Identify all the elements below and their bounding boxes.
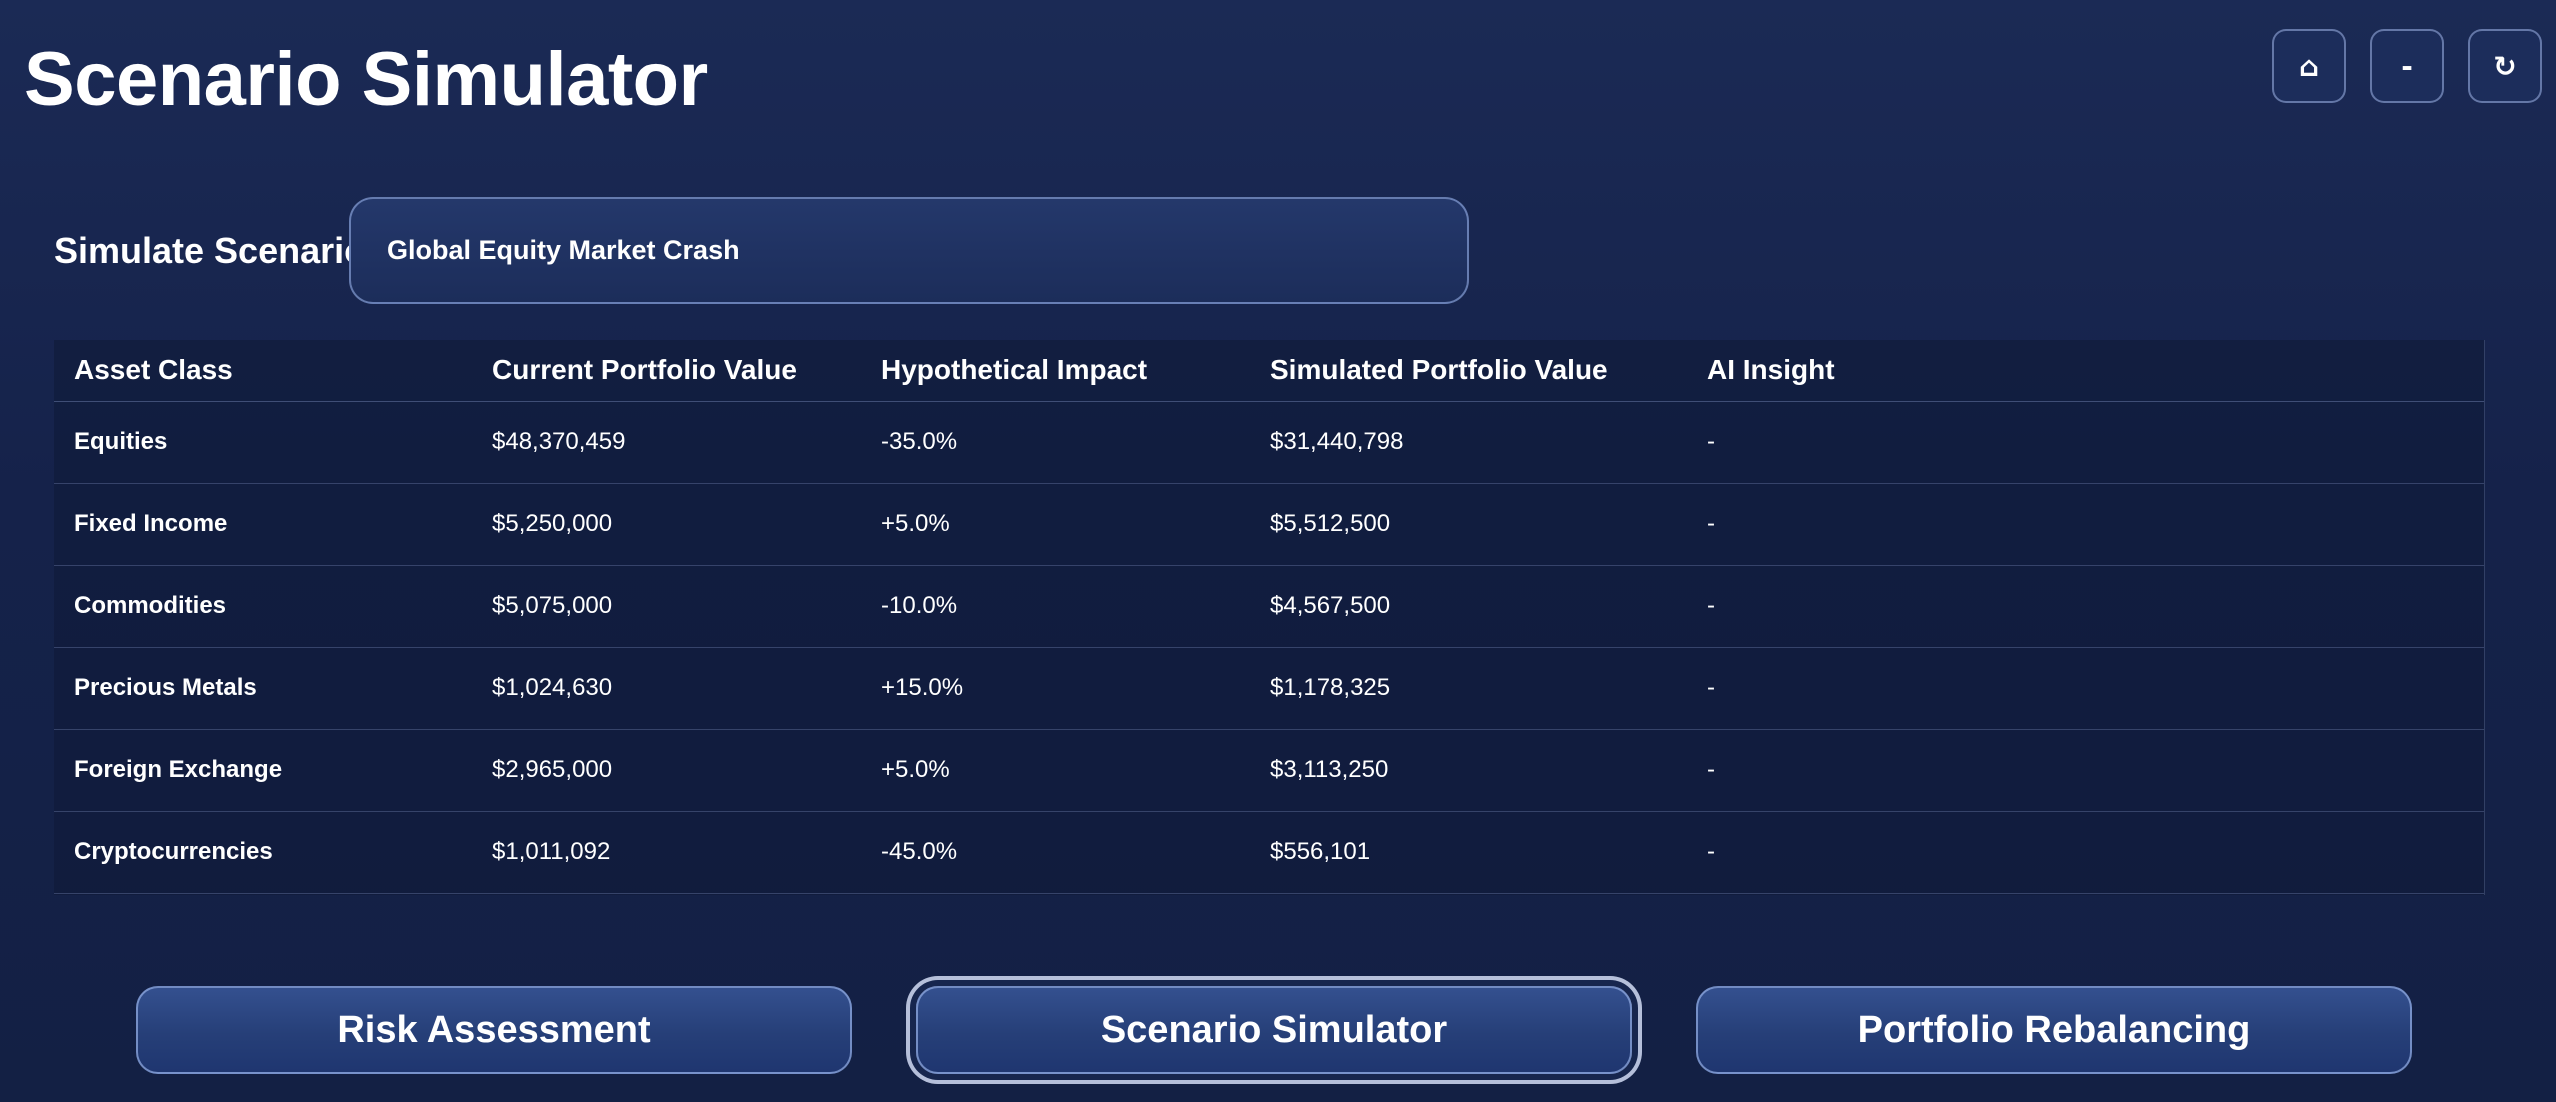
scenario-simulator-button[interactable]: Scenario Simulator: [916, 986, 1632, 1074]
current-value-cell: $5,250,000: [472, 483, 861, 566]
asset-class-cell: Equities: [54, 401, 472, 484]
simulated-value-cell: $556,101: [1250, 811, 1687, 894]
table-header-row: Asset Class Current Portfolio Value Hypo…: [54, 340, 2484, 402]
asset-class-cell: Fixed Income: [54, 483, 472, 566]
simulated-value-cell: $4,567,500: [1250, 565, 1687, 648]
asset-class-cell: Precious Metals: [54, 647, 472, 730]
impact-cell: -45.0%: [861, 811, 1250, 894]
portfolio-rebalancing-button[interactable]: Portfolio Rebalancing: [1696, 986, 2412, 1074]
impact-cell: +5.0%: [861, 729, 1250, 812]
current-value-cell: $1,024,630: [472, 647, 861, 730]
impact-cell: +5.0%: [861, 483, 1250, 566]
scenario-table: Asset Class Current Portfolio Value Hypo…: [54, 340, 2485, 895]
asset-class-cell: Commodities: [54, 565, 472, 648]
ai-insight-cell: -: [1687, 483, 2484, 566]
table-row: Foreign Exchange $2,965,000 +5.0% $3,113…: [54, 729, 2484, 812]
asset-class-cell: Foreign Exchange: [54, 729, 472, 812]
impact-cell: -10.0%: [861, 565, 1250, 648]
table-row: Precious Metals $1,024,630 +15.0% $1,178…: [54, 647, 2484, 730]
table-row: Equities $48,370,459 -35.0% $31,440,798 …: [54, 401, 2484, 484]
table-row: Cryptocurrencies $1,011,092 -45.0% $556,…: [54, 811, 2484, 894]
bottom-nav: Risk Assessment Scenario Simulator Portf…: [0, 970, 2556, 1090]
simulated-value-cell: $3,113,250: [1250, 729, 1687, 812]
header-simulated-value: Simulated Portfolio Value: [1250, 340, 1687, 402]
home-icon[interactable]: ⌂: [2272, 29, 2346, 103]
page-title: Scenario Simulator: [24, 37, 708, 122]
ai-insight-cell: -: [1687, 729, 2484, 812]
scenario-select[interactable]: Global Equity Market Crash: [349, 197, 1469, 304]
current-value-cell: $5,075,000: [472, 565, 861, 648]
impact-cell: -35.0%: [861, 401, 1250, 484]
header-hypothetical-impact: Hypothetical Impact: [861, 340, 1250, 402]
current-value-cell: $1,011,092: [472, 811, 861, 894]
header-asset-class: Asset Class: [54, 340, 472, 402]
current-value-cell: $48,370,459: [472, 401, 861, 484]
table-row: Fixed Income $5,250,000 +5.0% $5,512,500…: [54, 483, 2484, 566]
simulated-value-cell: $31,440,798: [1250, 401, 1687, 484]
results-table: Asset Class Current Portfolio Value Hypo…: [54, 340, 2484, 894]
asset-class-cell: Cryptocurrencies: [54, 811, 472, 894]
minimize-icon[interactable]: -: [2370, 29, 2444, 103]
impact-cell: +15.0%: [861, 647, 1250, 730]
ai-insight-cell: -: [1687, 565, 2484, 648]
ai-insight-cell: -: [1687, 811, 2484, 894]
refresh-icon[interactable]: ↻: [2468, 29, 2542, 103]
current-value-cell: $2,965,000: [472, 729, 861, 812]
table-row: Commodities $5,075,000 -10.0% $4,567,500…: [54, 565, 2484, 648]
header-current-value: Current Portfolio Value: [472, 340, 861, 402]
simulated-value-cell: $1,178,325: [1250, 647, 1687, 730]
ai-insight-cell: -: [1687, 647, 2484, 730]
header-ai-insight: AI Insight: [1687, 340, 2484, 402]
simulated-value-cell: $5,512,500: [1250, 483, 1687, 566]
ai-insight-cell: -: [1687, 401, 2484, 484]
window-controls: ⌂ - ↻: [2272, 29, 2542, 103]
scenario-label: Simulate Scenario:: [54, 230, 379, 271]
risk-assessment-button[interactable]: Risk Assessment: [136, 986, 852, 1074]
